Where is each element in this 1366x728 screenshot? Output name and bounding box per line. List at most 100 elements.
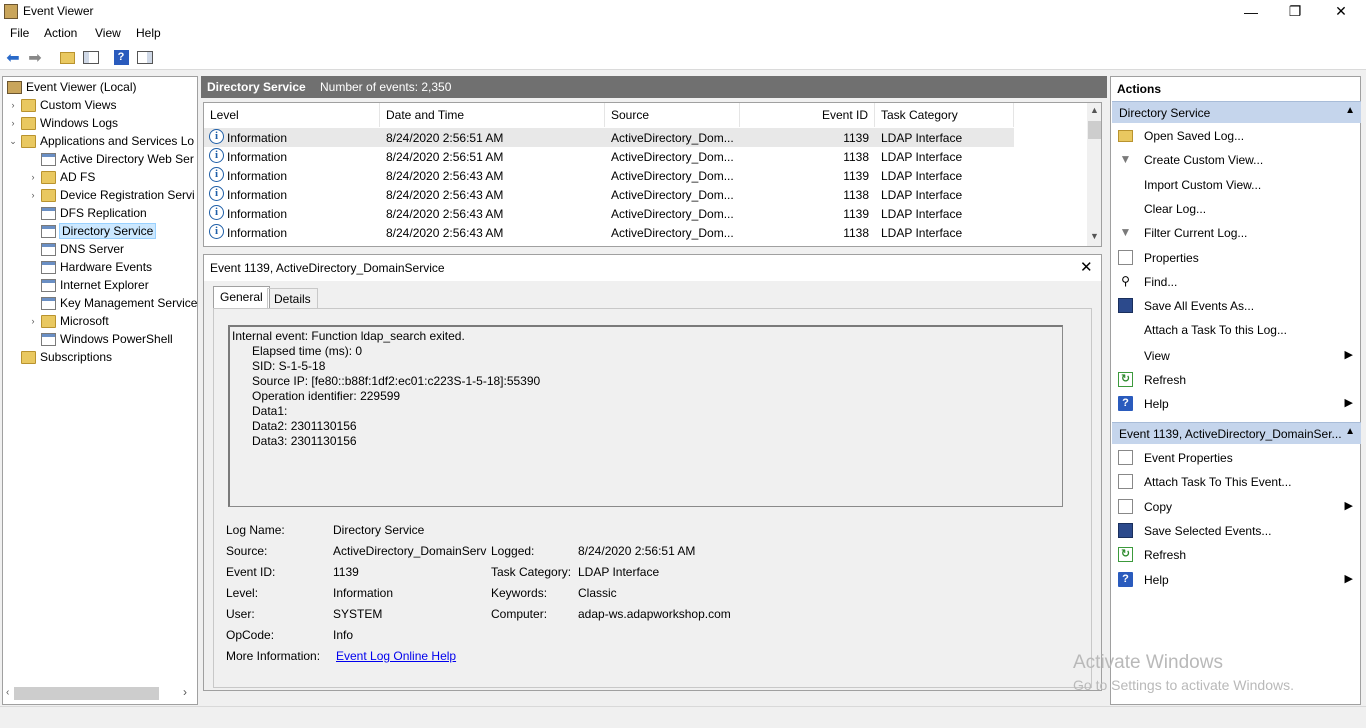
action-item[interactable]: View ▶ xyxy=(1112,344,1361,368)
tree-root[interactable]: Event Viewer (Local) xyxy=(7,78,137,96)
collapsed-chevron-icon[interactable]: › xyxy=(27,190,39,200)
collapsed-chevron-icon[interactable]: › xyxy=(27,316,39,326)
log-name-value: Directory Service xyxy=(333,523,425,537)
tree-horizontal-scrollbar[interactable] xyxy=(14,687,159,700)
table-row[interactable]: i Information 8/24/2020 2:56:51 AM ActiveDi… xyxy=(204,147,1014,166)
action-item[interactable]: Event Properties xyxy=(1112,446,1361,470)
table-row[interactable]: i Information 8/24/2020 2:56:43 AM ActiveDi… xyxy=(204,166,1014,185)
restore-button[interactable]: ❐ xyxy=(1272,0,1318,23)
back-icon[interactable]: ⬅ xyxy=(4,49,22,67)
action-label: Save Selected Events... xyxy=(1144,523,1272,538)
tree-item[interactable]: DFS Replication xyxy=(27,204,147,222)
event-log-online-help-link[interactable]: Event Log Online Help xyxy=(336,649,456,663)
cell-source: ActiveDirectory_Dom... xyxy=(611,207,734,221)
tree-item[interactable]: ⌄ Applications and Services Lo xyxy=(7,132,194,150)
keywords-label: Keywords: xyxy=(491,586,548,600)
menu-action[interactable]: Action xyxy=(44,26,77,40)
expanded-chevron-icon[interactable]: ⌄ xyxy=(7,136,19,147)
tree-item-label: Internet Explorer xyxy=(60,278,149,292)
column-header-task-category[interactable]: Task Category xyxy=(875,103,1014,127)
help-icon[interactable]: ? xyxy=(112,49,130,66)
table-row[interactable]: i Information 8/24/2020 2:56:43 AM ActiveDi… xyxy=(204,204,1014,223)
log-icon xyxy=(41,206,56,220)
show-hide-tree-icon[interactable] xyxy=(82,49,100,66)
tree-item[interactable]: Hardware Events xyxy=(27,258,152,276)
column-header-event-id[interactable]: Event ID xyxy=(740,103,875,127)
up-folder-icon[interactable] xyxy=(58,49,76,66)
tree-item[interactable]: Key Management Service xyxy=(27,294,197,312)
cell-date: 8/24/2020 2:56:43 AM xyxy=(386,226,504,240)
tree-item[interactable]: › Windows Logs xyxy=(7,114,119,132)
tree-item[interactable]: DNS Server xyxy=(27,240,124,258)
menu-file[interactable]: File xyxy=(10,26,29,40)
action-label: Refresh xyxy=(1144,548,1187,563)
collapsed-chevron-icon[interactable]: › xyxy=(7,100,19,110)
table-row[interactable]: i Information 8/24/2020 2:56:43 AM ActiveDi… xyxy=(204,223,1014,242)
tree-item[interactable]: › Microsoft xyxy=(27,312,109,330)
tab-general[interactable]: General xyxy=(213,286,270,309)
tree-item[interactable]: Directory Service xyxy=(27,222,157,240)
action-item[interactable]: ⚲ Find... xyxy=(1112,270,1361,294)
column-header-level[interactable]: Level xyxy=(204,103,380,127)
event-viewer-app-icon xyxy=(4,4,18,19)
action-label: Event Properties xyxy=(1144,451,1233,465)
tree-item[interactable]: › AD FS xyxy=(27,168,96,186)
minimize-button[interactable]: — xyxy=(1228,0,1274,23)
scroll-up-icon[interactable]: ▲ xyxy=(1090,105,1099,115)
log-icon xyxy=(41,296,56,310)
tree-item[interactable]: › Device Registration Servi xyxy=(27,186,195,204)
actions-section-directory-service[interactable]: Directory Service ▲ xyxy=(1112,101,1361,123)
forward-icon[interactable]: ➡ xyxy=(26,49,44,67)
close-window-button[interactable]: ✕ xyxy=(1318,0,1364,23)
action-item[interactable]: Clear Log... xyxy=(1112,197,1361,221)
action-item[interactable]: Open Saved Log... xyxy=(1112,124,1361,148)
action-item[interactable]: ↻ Refresh xyxy=(1112,368,1361,392)
message-line: Operation identifier: 229599 xyxy=(232,389,401,403)
close-detail-icon[interactable]: ✕ xyxy=(1080,258,1093,276)
section-label: Event 1139, ActiveDirectory_DomainSer... xyxy=(1119,427,1342,441)
scroll-right-icon[interactable]: › xyxy=(183,685,187,699)
action-item[interactable]: ? Help ▶ xyxy=(1112,568,1361,592)
actions-section-event[interactable]: Event 1139, ActiveDirectory_DomainSer...… xyxy=(1112,422,1361,444)
action-item[interactable]: ↻ Refresh xyxy=(1112,543,1361,567)
action-label: Copy xyxy=(1144,499,1173,514)
cell-task-category: LDAP Interface xyxy=(881,169,963,183)
tab-details[interactable]: Details xyxy=(267,288,318,308)
action-item[interactable]: Attach Task To This Event... xyxy=(1112,470,1361,494)
table-row[interactable]: i Information 8/24/2020 2:56:51 AM ActiveDi… xyxy=(204,128,1014,147)
section-label: Directory Service xyxy=(1119,106,1211,120)
collapsed-chevron-icon[interactable]: › xyxy=(7,118,19,128)
tree-item-label: Directory Service xyxy=(58,223,157,239)
column-header-date[interactable]: Date and Time xyxy=(380,103,605,127)
events-vertical-scrollbar[interactable]: ▲ ▼ xyxy=(1087,103,1101,246)
action-item[interactable]: Save Selected Events... xyxy=(1112,519,1361,543)
scroll-thumb[interactable] xyxy=(1088,121,1101,139)
collapsed-chevron-icon[interactable]: › xyxy=(27,172,39,182)
action-item[interactable]: Save All Events As... xyxy=(1112,294,1361,318)
tree-item[interactable]: Subscriptions xyxy=(7,348,112,366)
action-item[interactable]: Import Custom View... xyxy=(1112,173,1361,197)
show-hide-action-pane-icon[interactable] xyxy=(136,49,154,66)
collapse-up-icon[interactable]: ▲ xyxy=(1345,105,1355,116)
folder-icon xyxy=(41,170,56,184)
menu-view[interactable]: View xyxy=(95,26,121,40)
action-item[interactable]: ▼ Create Custom View... xyxy=(1112,148,1361,172)
tree-item[interactable]: Active Directory Web Ser xyxy=(27,150,194,168)
column-header-source[interactable]: Source xyxy=(605,103,740,127)
menu-help[interactable]: Help xyxy=(136,26,161,40)
tree-item[interactable]: Windows PowerShell xyxy=(27,330,173,348)
tree-item[interactable]: Internet Explorer xyxy=(27,276,149,294)
tree-item[interactable]: › Custom Views xyxy=(7,96,117,114)
action-item[interactable]: ▼ Filter Current Log... xyxy=(1112,221,1361,245)
action-item[interactable]: Properties xyxy=(1112,246,1361,270)
table-row[interactable]: i Information 8/24/2020 2:56:43 AM ActiveDi… xyxy=(204,185,1014,204)
action-item[interactable]: Copy ▶ xyxy=(1112,495,1361,519)
log-icon xyxy=(41,242,56,256)
status-bar xyxy=(0,706,1366,728)
collapse-up-icon[interactable]: ▲ xyxy=(1345,426,1355,437)
action-item[interactable]: ? Help ▶ xyxy=(1112,392,1361,416)
scroll-left-icon[interactable]: ‹ xyxy=(6,687,9,698)
event-message[interactable]: Internal event: Function ldap_search exi… xyxy=(228,325,1063,507)
scroll-down-icon[interactable]: ▼ xyxy=(1090,231,1099,241)
action-item[interactable]: Attach a Task To this Log... xyxy=(1112,318,1361,342)
